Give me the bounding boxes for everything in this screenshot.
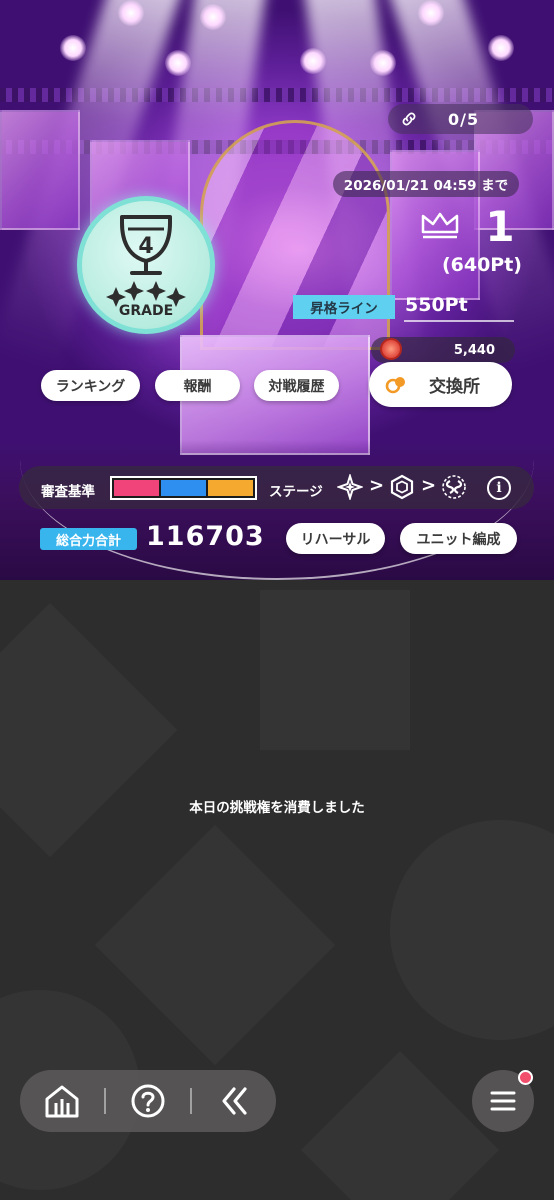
promotion-line-label: 昇格ライン (293, 295, 395, 319)
notification-badge (518, 1070, 533, 1085)
reward-button[interactable]: 報酬 (155, 370, 240, 401)
exchange-button[interactable]: 交換所 (369, 362, 512, 407)
home-icon (45, 1085, 79, 1118)
grade-badge[interactable]: 4 GRADE (77, 196, 215, 334)
exchange-icon (385, 376, 405, 393)
connection-count: 0/5 (448, 109, 480, 129)
criteria-color-segment (114, 480, 159, 496)
total-power-value: 116703 (146, 521, 265, 552)
cube-icon (390, 474, 414, 500)
battle-history-button[interactable]: 対戦履歴 (254, 370, 339, 401)
star-burst-icon (337, 474, 363, 500)
home-button[interactable] (20, 1070, 104, 1132)
stage-lamp (165, 50, 191, 76)
status-message: 本日の挑戦権を消費しました (189, 800, 365, 816)
background-shape (0, 602, 178, 858)
total-power-label: 総合力合計 (40, 528, 137, 550)
criteria-color-bar (110, 476, 257, 500)
background-shape (301, 1051, 499, 1200)
stage-arrow: > (369, 475, 385, 496)
rehearsal-button[interactable]: リハーサル (286, 523, 385, 554)
background-shape (260, 590, 410, 750)
criteria-color-segment (208, 480, 253, 496)
rank-points: (640Pt) (441, 254, 522, 276)
back-chevron-icon (222, 1087, 247, 1115)
grade-number: 4 (138, 234, 153, 259)
grade-badge-face: 4 GRADE (82, 201, 210, 329)
help-button[interactable] (106, 1070, 190, 1132)
background-shape (390, 820, 554, 1040)
crown-icon (421, 212, 459, 239)
help-icon (131, 1084, 165, 1118)
rank-position: 1 (485, 202, 515, 251)
stage-lamp (418, 0, 444, 26)
promotion-line-value: 550Pt (404, 294, 514, 322)
judging-criteria-bar: 審査基準 ステージ > > i (19, 466, 534, 509)
stage-lamp (60, 35, 86, 61)
infinity-loop-icon (442, 475, 466, 499)
criteria-label: 審査基準 (41, 484, 95, 500)
criteria-color-segment (161, 480, 206, 496)
medal-coin-icon (380, 338, 402, 360)
stage-lamp (488, 35, 514, 61)
stage-lamp (200, 4, 226, 30)
unit-formation-button[interactable]: ユニット編成 (400, 523, 517, 554)
stage-lamp (370, 50, 396, 76)
grade-label: GRADE (118, 303, 174, 319)
ranking-button[interactable]: ランキング (41, 370, 140, 401)
side-screen (0, 110, 80, 230)
deadline-label: 2026/01/21 04:59 まで (333, 171, 519, 197)
menu-icon (490, 1091, 516, 1111)
background-shape (94, 824, 336, 1066)
back-button[interactable] (192, 1070, 276, 1132)
exchange-label: 交換所 (429, 377, 480, 397)
connection-counter: 0/5 (388, 104, 533, 134)
bottom-nav (20, 1070, 276, 1132)
stage-arrow: > (421, 475, 437, 496)
stage-lamp (118, 0, 144, 26)
stage-label: ステージ (269, 484, 323, 500)
coin-count: 5,440 (453, 342, 495, 358)
info-icon[interactable]: i (487, 476, 511, 500)
chain-link-icon (402, 112, 416, 126)
stage-lamp (300, 48, 326, 74)
